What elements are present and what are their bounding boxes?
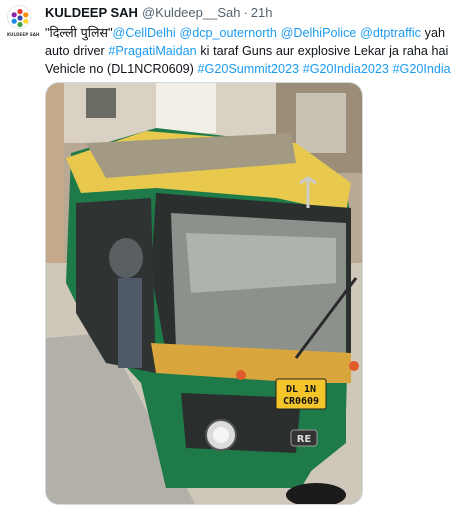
indicator-right <box>349 361 359 371</box>
photo-cart <box>86 88 116 118</box>
mention-links[interactable]: @CellDelhi @dcp_outernorth @DelhiPolice … <box>113 26 421 40</box>
tweet[interactable]: KULDEEP SAH KULDEEP SAH @Kuldeep__Sah · … <box>0 0 474 507</box>
avatar[interactable] <box>7 5 31 29</box>
text-fragment: auto driver <box>45 44 109 58</box>
plate-line-2: CR0609 <box>283 396 319 407</box>
photo-pillar <box>46 83 64 283</box>
text-fragment: ki taraf Guns aur explosive Lekar ja rah… <box>196 44 449 58</box>
tweet-text-line-3: Vehicle no (DL1NCR0609) #G20Summit2023 #… <box>45 60 469 78</box>
person-head <box>109 238 143 278</box>
photo-wall-patch <box>296 93 346 153</box>
windshield-reflection <box>186 233 336 293</box>
text-fragment: yah <box>420 26 445 40</box>
tweet-photo[interactable]: DL 1N CR0609 RE <box>45 82 363 505</box>
author-handle[interactable]: @Kuldeep__Sah <box>142 5 241 20</box>
photo-house <box>156 83 216 133</box>
avatar-logo-icon <box>9 7 30 28</box>
avatar-column: KULDEEP SAH <box>7 5 40 37</box>
author-name[interactable]: KULDEEP SAH <box>45 5 138 20</box>
grille-badge-text: RE <box>297 434 312 445</box>
timestamp[interactable]: 21h <box>251 5 273 20</box>
tweet-text-line-2: auto driver #PragatiMaidan ki taraf Guns… <box>45 42 469 60</box>
text-fragment: Vehicle no (DL1NCR0609) <box>45 62 198 76</box>
tweet-text: "दिल्ली पुलिस"@CellDelhi @dcp_outernorth… <box>45 24 469 78</box>
hashtag-link[interactable]: #PragatiMaidan <box>108 44 196 58</box>
tweet-header: KULDEEP SAH @Kuldeep__Sah · 21h <box>45 5 469 23</box>
indicator-left <box>236 370 246 380</box>
quote-text: "दिल्ली पुलिस" <box>45 26 113 40</box>
headlight-lens <box>213 427 229 443</box>
person-body <box>118 278 142 368</box>
auto-rickshaw-photo: DL 1N CR0609 RE <box>46 83 362 504</box>
plate-line-1: DL 1N <box>286 384 316 395</box>
hashtag-links[interactable]: #G20Summit2023 #G20India2023 #G20India <box>198 62 451 76</box>
tweet-text-line-1: "दिल्ली पुलिस"@CellDelhi @dcp_outernorth… <box>45 24 469 42</box>
separator-dot: · <box>243 5 248 20</box>
tweet-content: KULDEEP SAH @Kuldeep__Sah · 21h "दिल्ली … <box>45 5 469 78</box>
avatar-caption: KULDEEP SAH <box>7 32 40 37</box>
